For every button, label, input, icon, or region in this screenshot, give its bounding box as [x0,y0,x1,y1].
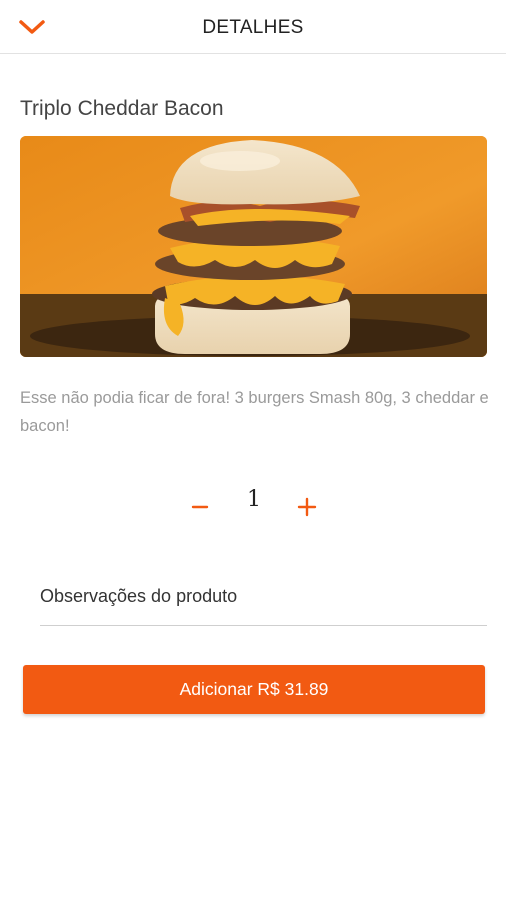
plus-icon [297,497,317,517]
notes-placeholder: Observações do produto [40,586,238,606]
product-notes-field[interactable]: Observações do produto [40,578,487,626]
quantity-value: 1 [247,487,261,512]
increase-quantity-button[interactable] [289,489,325,525]
page-title: DETALHES [202,17,304,38]
add-to-cart-button[interactable]: Adicionar R$ 31.89 [23,665,485,714]
product-name: Triplo Cheddar Bacon [20,97,224,120]
header: DETALHES [0,0,506,54]
decrease-quantity-button[interactable] [182,489,218,525]
product-image [20,136,487,357]
quantity-stepper: 1 [0,483,506,531]
product-description: Esse não podia ficar de fora! 3 burgers … [20,389,489,435]
minus-icon [191,505,209,509]
